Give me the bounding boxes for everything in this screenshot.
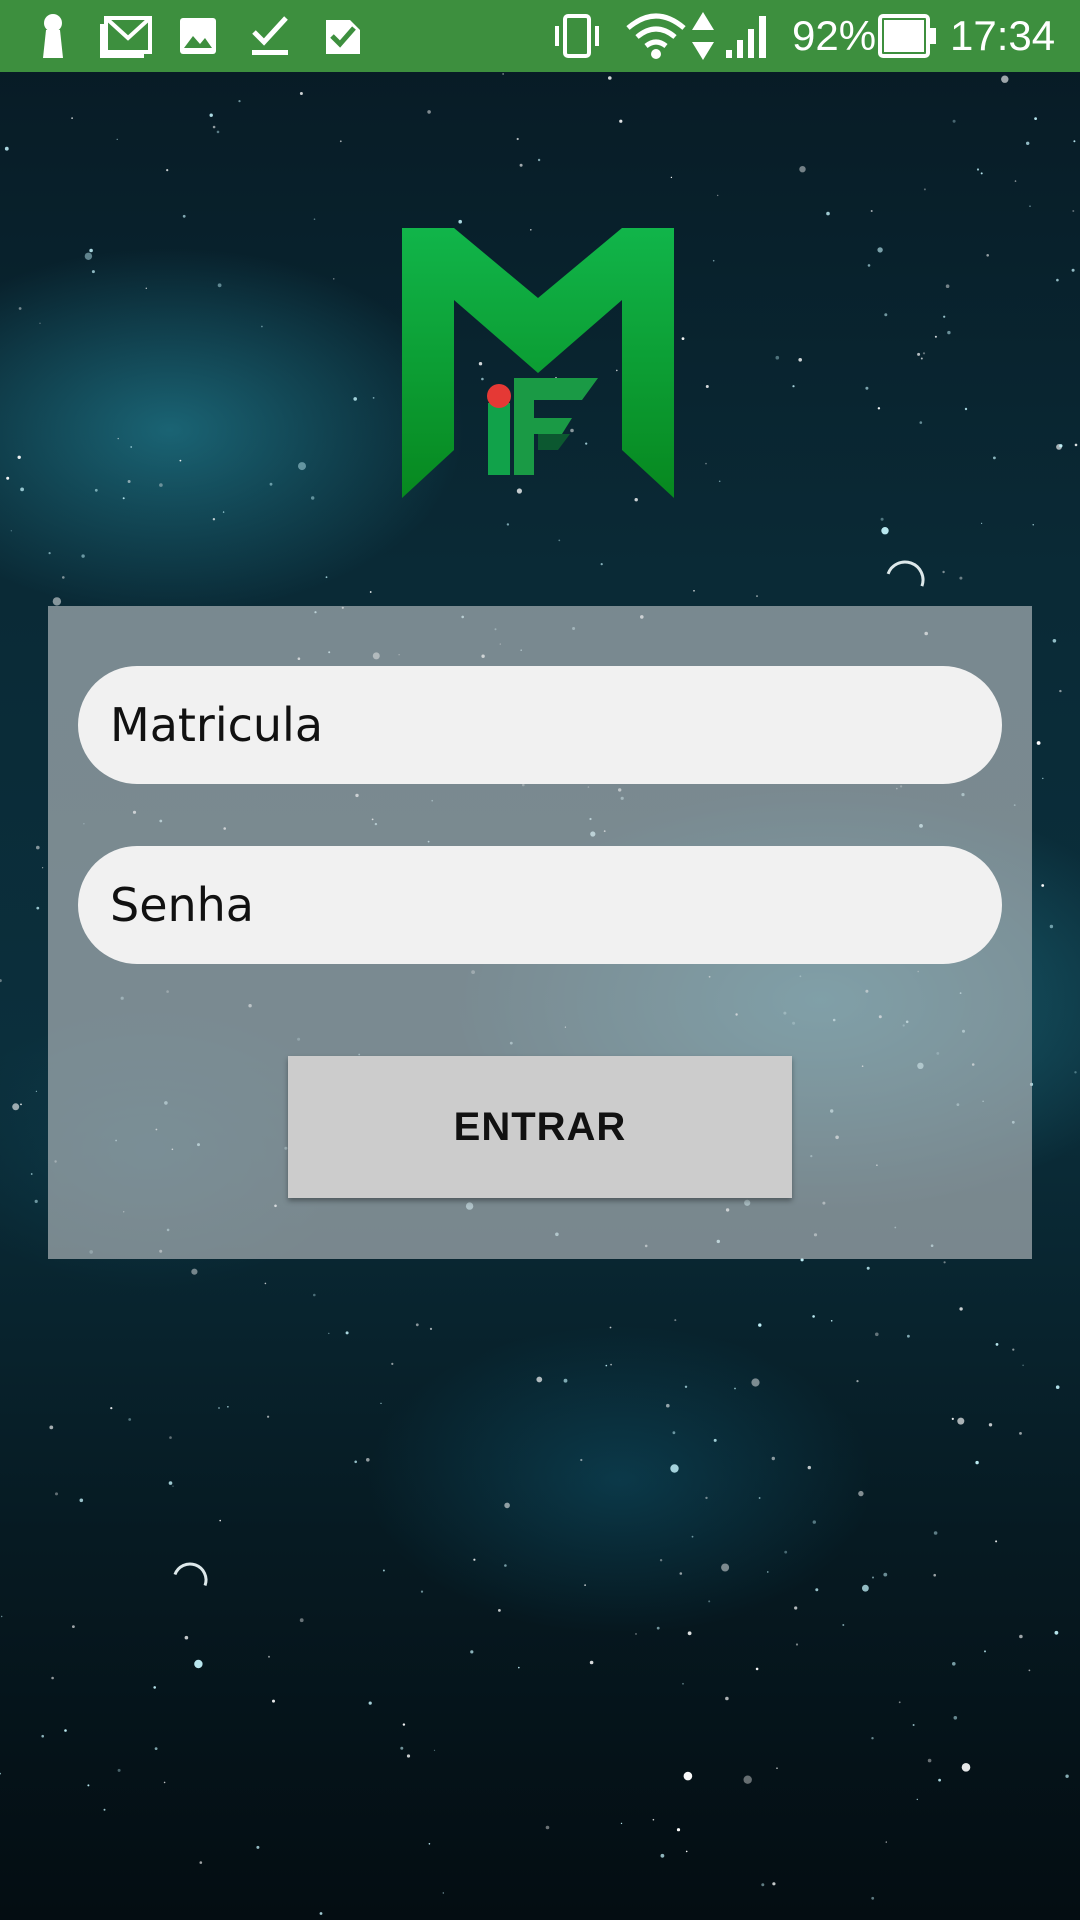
battery-icon	[878, 14, 936, 58]
data-arrows-icon	[692, 12, 714, 60]
login-form-card: ENTRAR	[48, 606, 1032, 1259]
wifi-icon	[626, 13, 686, 59]
entrar-button[interactable]: ENTRAR	[288, 1056, 792, 1198]
check-icon	[252, 16, 288, 55]
keyhole-icon	[43, 14, 63, 58]
mif-logo	[402, 228, 674, 498]
clock-time: 17:34	[950, 12, 1056, 59]
senha-input[interactable]	[78, 846, 1002, 964]
vibrate-icon	[555, 14, 599, 58]
login-screen: 92% 17:34 ENTRAR	[0, 0, 1080, 1920]
battery-percent: 92%	[792, 12, 877, 59]
mail-icon	[100, 16, 152, 58]
matricula-input[interactable]	[78, 666, 1002, 784]
signal-icon	[726, 16, 766, 58]
image-icon	[180, 18, 216, 54]
status-bar: 92% 17:34	[0, 0, 1080, 72]
checklist-icon	[326, 20, 360, 54]
